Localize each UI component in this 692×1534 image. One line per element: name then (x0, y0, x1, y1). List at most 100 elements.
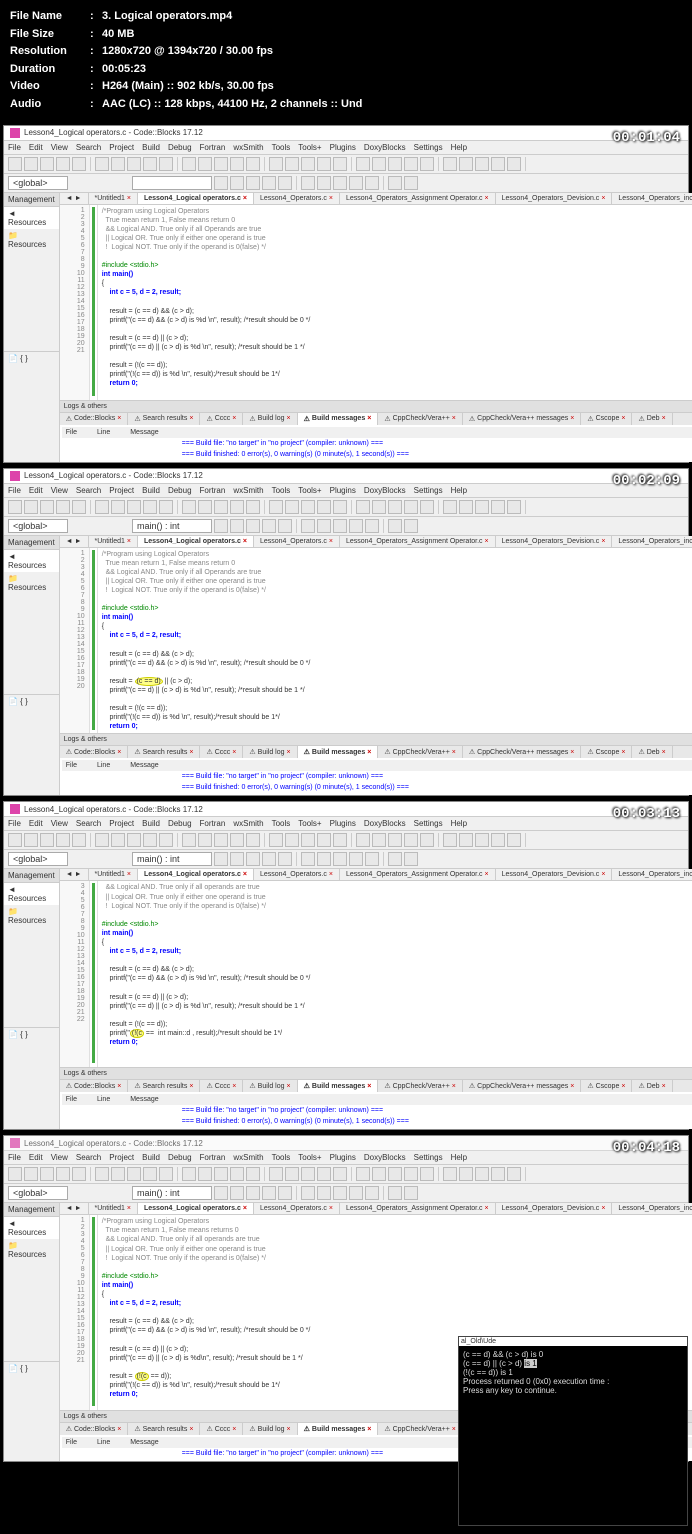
toolbar-button[interactable] (404, 157, 418, 171)
editor-tab[interactable]: Lesson4_Operators_Assignment Operator.c× (340, 193, 496, 204)
window-titlebar[interactable]: Lesson4_Logical operators.c - Code::Bloc… (4, 126, 688, 141)
tab-close-icon[interactable]: × (127, 1205, 131, 1212)
log-tab[interactable]: ⚠ CppCheck/Vera++ messages × (463, 413, 581, 425)
editor-tab[interactable]: Lesson4_Operators.c× (254, 536, 340, 547)
menu-item[interactable]: Tools (272, 486, 291, 495)
log-tab[interactable]: ⚠ CppCheck/Vera++ × (378, 413, 463, 425)
toolbar-button[interactable] (8, 500, 22, 514)
code-line[interactable] (102, 1047, 692, 1056)
code-line[interactable]: ! Logical NOT. True only if the operand … (102, 902, 692, 911)
toolbar-button[interactable] (214, 500, 228, 514)
code-line[interactable]: || Logical OR. True only if either one o… (102, 577, 692, 586)
tab-close-icon[interactable]: × (601, 195, 605, 202)
log-tab[interactable]: ⚠ Code::Blocks × (60, 1080, 129, 1092)
editor-tab[interactable]: Lesson4_Operators_increment_D× (612, 869, 692, 880)
toolbar-button[interactable] (365, 176, 379, 190)
code-line[interactable]: result = (!(c == d)); (102, 1020, 692, 1029)
toolbar-button[interactable] (95, 500, 109, 514)
code-line[interactable]: True mean return 1, False means return 0 (102, 559, 692, 568)
window-titlebar[interactable]: Lesson4_Logical operators.c - Code::Bloc… (4, 1136, 688, 1151)
tab-close-icon[interactable]: × (117, 415, 121, 422)
code-line[interactable]: result = (c == d) || (c > d); (102, 993, 692, 1002)
menu-item[interactable]: Settings (414, 1153, 443, 1162)
menu-item[interactable]: Tools+ (298, 486, 321, 495)
menu-item[interactable]: Help (451, 486, 467, 495)
tab-close-icon[interactable]: × (621, 415, 625, 422)
toolbar-button[interactable] (388, 176, 402, 190)
code-editor[interactable]: 345678910111213141516171819202122 && Log… (60, 881, 692, 1067)
code-line[interactable]: int c = 5, d = 2, result; (102, 947, 692, 956)
menu-item[interactable]: Plugins (330, 143, 356, 152)
toolbar-button[interactable] (159, 157, 173, 171)
toolbar-button[interactable] (262, 1186, 276, 1200)
tab-close-icon[interactable]: × (485, 871, 489, 878)
toolbar-button[interactable] (333, 833, 347, 847)
toolbar-button[interactable] (24, 157, 38, 171)
code-line[interactable] (102, 1056, 692, 1065)
tab-nav-arrows[interactable]: ◄ ► (60, 536, 89, 547)
editor-tab[interactable]: Lesson4_Operators_increment_D× (612, 193, 692, 204)
tab-close-icon[interactable]: × (485, 1205, 489, 1212)
menu-item[interactable]: Project (109, 1153, 134, 1162)
menu-item[interactable]: Plugins (330, 819, 356, 828)
tab-close-icon[interactable]: × (127, 538, 131, 545)
log-tab[interactable]: ⚠ Code::Blocks × (60, 1423, 129, 1435)
code-line[interactable]: printf("(c == d) || (c > d) is %d \n", r… (102, 343, 692, 352)
toolbar-button[interactable] (301, 157, 315, 171)
toolbar-button[interactable] (214, 519, 228, 533)
tab-close-icon[interactable]: × (232, 415, 236, 422)
toolbar-button[interactable] (420, 157, 434, 171)
toolbar-button[interactable] (230, 500, 244, 514)
toolbar-button[interactable] (491, 500, 505, 514)
toolbar-button[interactable] (301, 176, 315, 190)
toolbar-button[interactable] (143, 157, 157, 171)
code-line[interactable]: printf("(c == d) && (c > d) is %d \n", r… (102, 1326, 692, 1335)
toolbar-button[interactable] (56, 833, 70, 847)
code-line[interactable]: /*Program using Logical Operators (102, 1217, 692, 1226)
toolbar-button[interactable] (317, 500, 331, 514)
toolbar-button[interactable] (507, 157, 521, 171)
menu-item[interactable]: Search (76, 1153, 101, 1162)
code-line[interactable]: #include <stdio.h> (102, 920, 692, 929)
toolbar-button[interactable] (388, 852, 402, 866)
toolbar-button[interactable] (246, 1186, 260, 1200)
toolbar-button[interactable] (356, 833, 370, 847)
editor-tab[interactable]: Lesson4_Logical operators.c× (138, 536, 254, 547)
tab-close-icon[interactable]: × (662, 415, 666, 422)
sidebar-tab-resources[interactable]: ◄ Resources (4, 207, 59, 229)
code-line[interactable] (102, 325, 692, 334)
toolbar-button[interactable] (278, 176, 292, 190)
toolbar-button[interactable] (333, 157, 347, 171)
toolbar-button[interactable] (388, 1167, 402, 1181)
logs-header[interactable]: Logs & others (60, 401, 692, 413)
code-editor[interactable]: 1234567891011121314151617181920/*Program… (60, 548, 692, 734)
toolbar-button[interactable] (333, 500, 347, 514)
toolbar-button[interactable] (246, 176, 260, 190)
menu-item[interactable]: View (51, 1153, 68, 1162)
log-tab[interactable]: ⚠ Deb × (632, 413, 672, 425)
toolbar-button[interactable] (40, 833, 54, 847)
toolbar-button[interactable] (8, 1167, 22, 1181)
log-tab[interactable]: ⚠ Deb × (632, 1080, 672, 1092)
toolbar-button[interactable] (8, 833, 22, 847)
toolbar-button[interactable] (40, 500, 54, 514)
tab-close-icon[interactable]: × (452, 1426, 456, 1433)
toolbar-button[interactable] (285, 1167, 299, 1181)
code-line[interactable]: int main() (102, 929, 692, 938)
menu-item[interactable]: Tools+ (298, 1153, 321, 1162)
toolbar-button[interactable] (262, 176, 276, 190)
toolbar-button[interactable] (72, 157, 86, 171)
menu-item[interactable]: Debug (168, 486, 192, 495)
editor-tab[interactable]: Lesson4_Logical operators.c× (138, 1203, 254, 1214)
menu-item[interactable]: DoxyBlocks (364, 143, 406, 152)
tab-close-icon[interactable]: × (243, 871, 247, 878)
code-line[interactable]: { (102, 1290, 692, 1299)
toolbar-button[interactable] (72, 500, 86, 514)
menu-item[interactable]: Edit (29, 1153, 43, 1162)
code-line[interactable]: && Logical AND. True only if all operand… (102, 883, 692, 892)
editor-tab[interactable]: *Untitled1× (89, 869, 138, 880)
toolbar-button[interactable] (459, 1167, 473, 1181)
tab-nav-arrows[interactable]: ◄ ► (60, 1203, 89, 1214)
tab-close-icon[interactable]: × (232, 749, 236, 756)
log-tab[interactable]: ⚠ Deb × (632, 746, 672, 758)
